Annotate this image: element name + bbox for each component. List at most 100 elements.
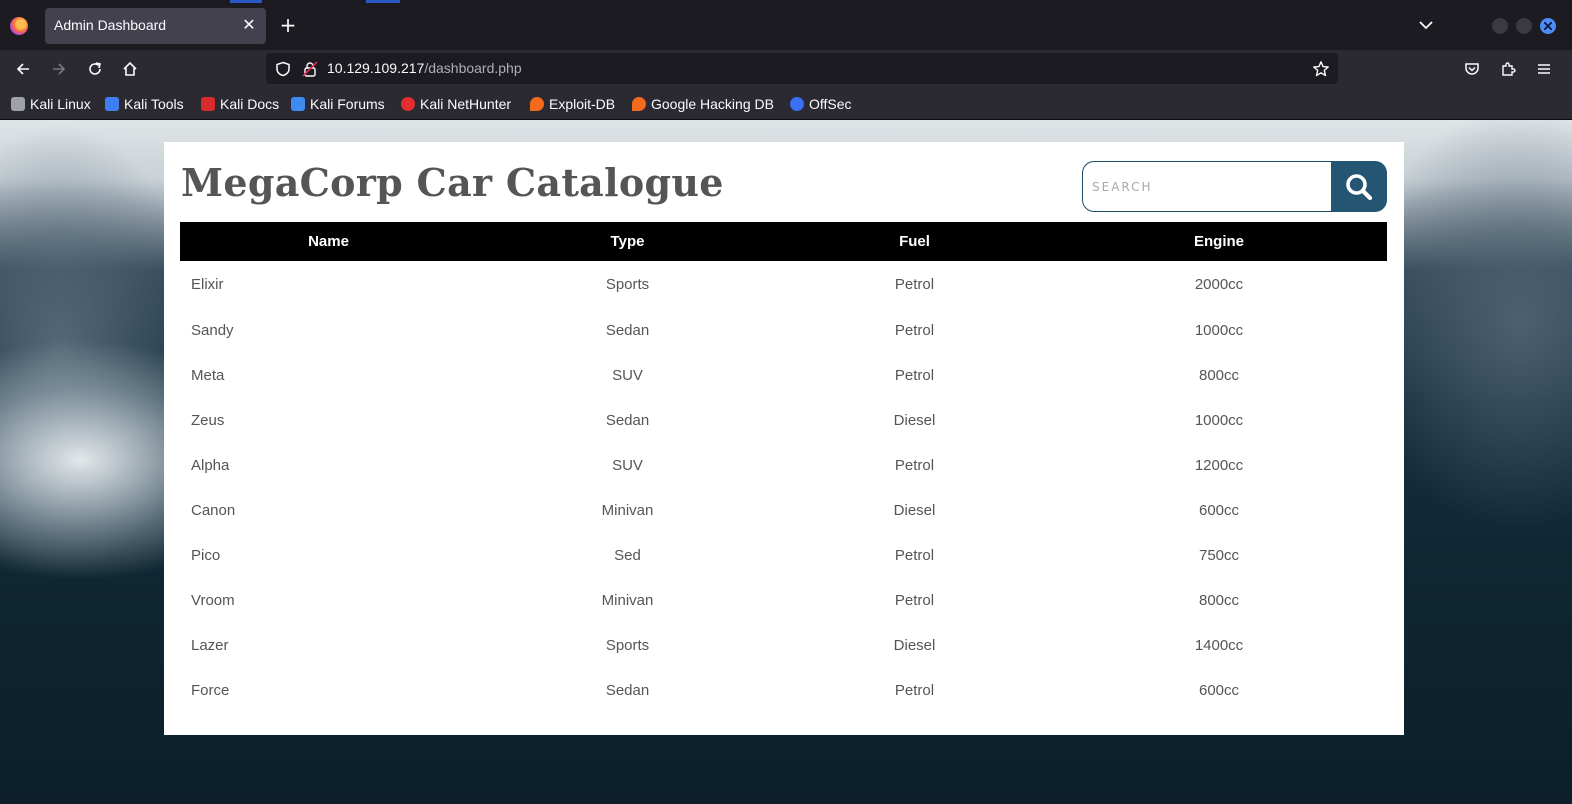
url-path: /dashboard.php	[424, 60, 522, 76]
reload-icon	[89, 62, 101, 75]
cell-type: Sports	[605, 276, 650, 293]
table-row: Force Sedan Petrol 600cc	[180, 668, 1387, 713]
cell-fuel: Petrol	[894, 367, 935, 384]
bookmark-label: OffSec	[809, 96, 852, 112]
bookmark-google-hacking-db[interactable]: Google Hacking DB	[632, 95, 774, 113]
cell-engine: 1000cc	[1194, 322, 1244, 339]
cell-name: Alpha	[191, 457, 230, 474]
catalogue-card: MegaCorp Car Catalogue Name Type Fuel En…	[164, 142, 1404, 735]
table-row: Zeus Sedan Diesel 1000cc	[180, 398, 1387, 443]
close-icon	[1544, 22, 1552, 30]
app-menu-button[interactable]	[1533, 58, 1555, 80]
tab-indicator	[366, 0, 400, 3]
back-button[interactable]	[12, 58, 34, 80]
url-bar[interactable]: 10.129.109.217/dashboard.php	[266, 53, 1338, 84]
column-header-fuel: Fuel	[899, 233, 930, 250]
cell-type: Sed	[614, 547, 641, 564]
tab-bar: Admin Dashboard ✕ +	[0, 0, 1572, 50]
table-row: Alpha SUV Petrol 1200cc	[180, 443, 1387, 488]
tab-title: Admin Dashboard	[54, 17, 167, 33]
bookmark-kali-tools[interactable]: Kali Tools	[105, 95, 184, 113]
exploit-db-icon	[530, 97, 544, 111]
kali-forums-icon	[291, 97, 305, 111]
table-row: Elixir Sports Petrol 2000cc	[180, 261, 1387, 308]
search-button[interactable]	[1331, 161, 1387, 212]
table-row: Canon Minivan Diesel 600cc	[180, 488, 1387, 533]
cell-engine: 800cc	[1198, 592, 1240, 609]
cell-name: Sandy	[191, 322, 234, 339]
table-header-row: Name Type Fuel Engine	[180, 222, 1387, 261]
firefox-logo-icon[interactable]	[10, 17, 28, 35]
url-text[interactable]: 10.129.109.217/dashboard.php	[327, 60, 522, 76]
close-tab-icon[interactable]: ✕	[240, 15, 258, 35]
cell-engine: 600cc	[1198, 502, 1240, 519]
cell-engine: 600cc	[1198, 682, 1240, 699]
puzzle-piece-icon	[1502, 62, 1516, 76]
cell-name: Force	[191, 682, 230, 699]
bookmark-kali-docs[interactable]: Kali Docs	[201, 95, 279, 113]
hamburger-menu-icon	[1538, 64, 1550, 74]
forward-button[interactable]	[48, 58, 70, 80]
table-row: Vroom Minivan Petrol 800cc	[180, 578, 1387, 623]
bookmark-star-icon[interactable]	[1312, 60, 1330, 78]
tab-admin-dashboard[interactable]: Admin Dashboard ✕	[45, 8, 266, 44]
page-title: MegaCorp Car Catalogue	[181, 160, 724, 205]
bookmark-label: Kali NetHunter	[420, 96, 512, 112]
pocket-icon	[1465, 63, 1479, 75]
cell-type: SUV	[612, 367, 643, 384]
list-all-tabs-chevron-icon[interactable]	[1417, 16, 1435, 34]
cell-type: Sedan	[605, 412, 650, 429]
cell-type: Minivan	[601, 592, 654, 609]
cell-fuel: Petrol	[894, 276, 935, 293]
cell-engine: 800cc	[1198, 367, 1240, 384]
bookmark-kali-forums[interactable]: Kali Forums	[291, 95, 385, 113]
cell-fuel: Petrol	[894, 547, 935, 564]
home-button[interactable]	[119, 58, 141, 80]
cell-name: Elixir	[191, 276, 224, 293]
minimize-window-button[interactable]	[1492, 18, 1508, 34]
cell-name: Lazer	[191, 637, 229, 654]
bookmark-kali-linux[interactable]: Kali Linux	[11, 95, 91, 113]
url-host: 10.129.109.217	[327, 60, 425, 76]
offsec-icon	[790, 97, 804, 111]
bookmark-exploit-db[interactable]: Exploit-DB	[530, 95, 615, 113]
cell-engine: 750cc	[1198, 547, 1240, 564]
maximize-window-button[interactable]	[1516, 18, 1532, 34]
bookmark-label: Google Hacking DB	[651, 96, 774, 112]
cell-type: Sedan	[605, 322, 650, 339]
tab-indicator	[230, 0, 262, 3]
table-row: Meta SUV Petrol 800cc	[180, 353, 1387, 398]
bookmark-label: Kali Linux	[30, 96, 91, 112]
page-viewport: MegaCorp Car Catalogue Name Type Fuel En…	[0, 120, 1572, 804]
bookmark-offsec[interactable]: OffSec	[790, 95, 852, 113]
new-tab-button[interactable]: +	[278, 14, 298, 36]
kali-docs-icon	[201, 97, 215, 111]
column-header-name: Name	[308, 233, 349, 250]
ghdb-icon	[632, 97, 646, 111]
column-header-engine: Engine	[1193, 233, 1244, 250]
tracking-protection-shield-icon[interactable]	[274, 60, 292, 78]
cell-engine: 2000cc	[1194, 276, 1244, 293]
bookmark-label: Kali Tools	[124, 96, 184, 112]
search-form	[1082, 161, 1387, 212]
cell-name: Meta	[191, 367, 225, 384]
extensions-button[interactable]	[1497, 58, 1519, 80]
cell-type: Minivan	[601, 502, 654, 519]
close-window-button[interactable]	[1540, 18, 1556, 34]
cell-name: Canon	[191, 502, 236, 519]
bookmark-kali-nethunter[interactable]: Kali NetHunter	[401, 95, 511, 113]
kali-nethunter-icon	[401, 97, 415, 111]
cell-fuel: Petrol	[894, 457, 935, 474]
cell-type: SUV	[612, 457, 643, 474]
forward-arrow-icon	[53, 63, 66, 75]
cell-type: Sedan	[605, 682, 650, 699]
cell-engine: 1200cc	[1194, 457, 1244, 474]
back-arrow-icon	[16, 63, 29, 75]
table-row: Lazer Sports Diesel 1400cc	[180, 623, 1387, 668]
cell-name: Pico	[191, 547, 221, 564]
reload-button[interactable]	[84, 58, 106, 80]
insecure-lock-icon[interactable]	[301, 60, 319, 78]
pocket-button[interactable]	[1461, 58, 1483, 80]
cell-name: Zeus	[191, 412, 225, 429]
search-input[interactable]	[1082, 161, 1334, 212]
